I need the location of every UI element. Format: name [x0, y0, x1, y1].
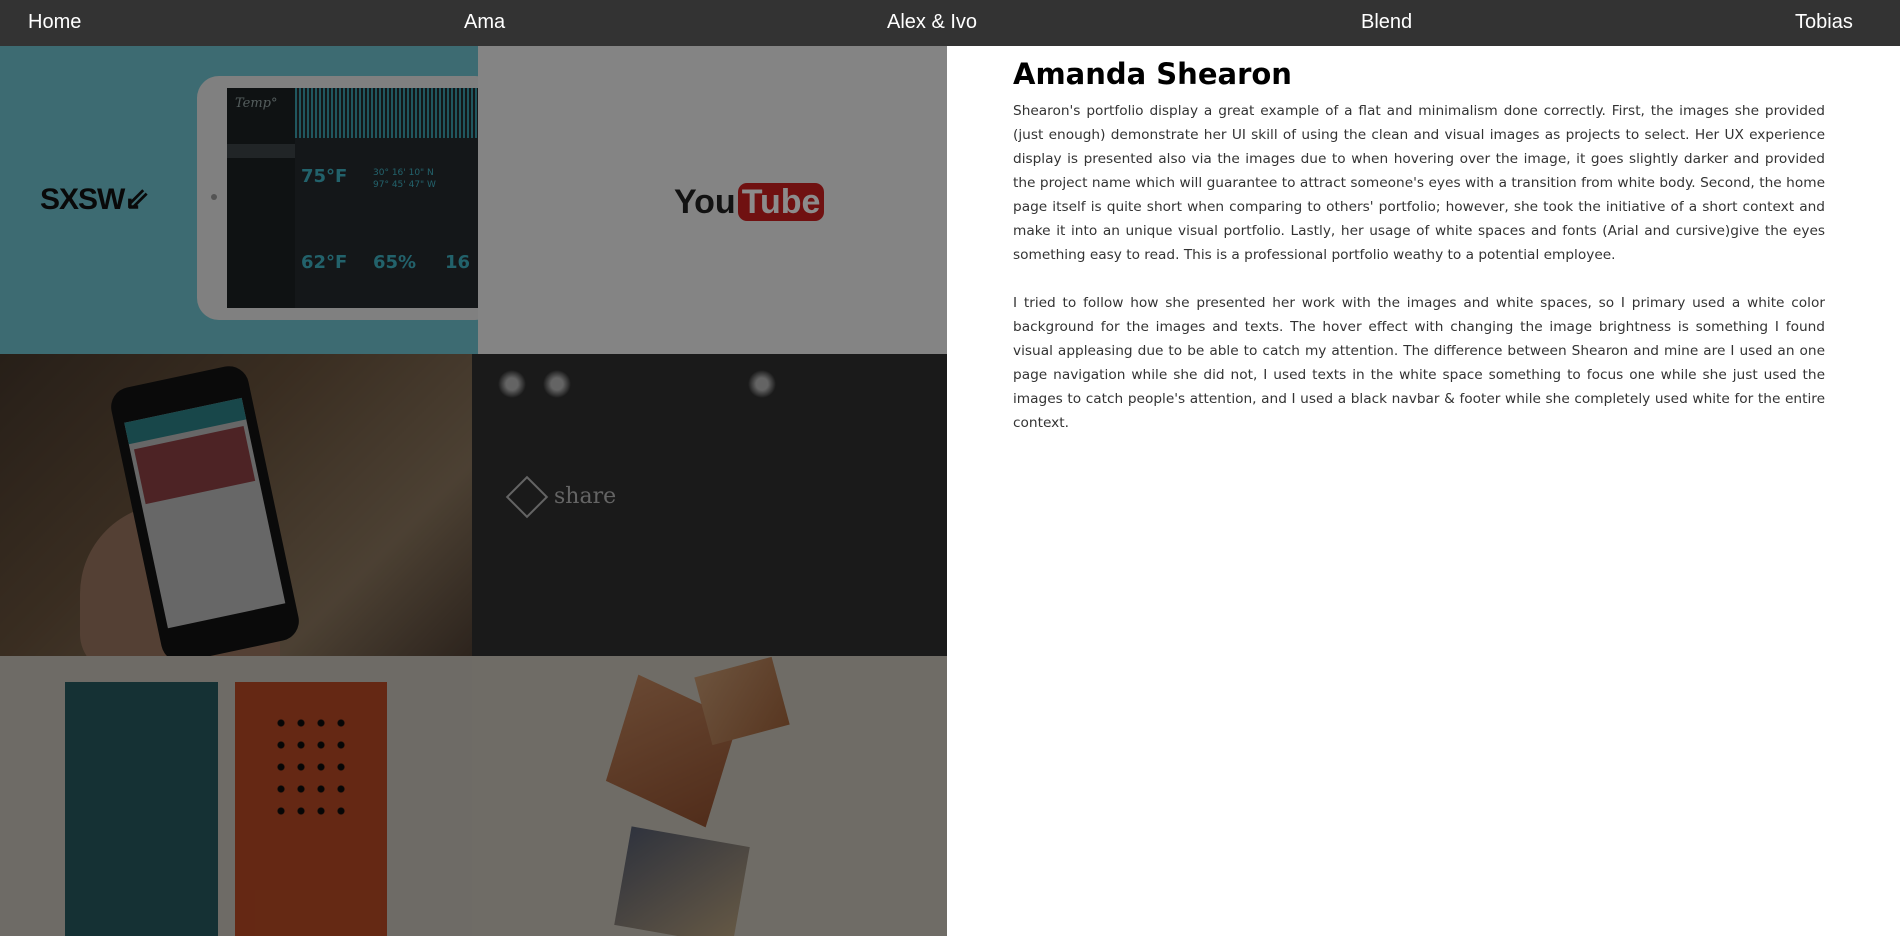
hover-overlay: [472, 354, 947, 656]
nav-link-ama[interactable]: Ama: [464, 10, 505, 34]
project-tile-sxsw[interactable]: SXSW⇙ Temp° 75°F 30° 16' 10" N 97° 45' 4…: [0, 46, 478, 354]
hover-overlay: [0, 656, 472, 936]
project-tile-origami[interactable]: [472, 656, 947, 936]
page-title: Amanda Shearon: [1013, 57, 1292, 91]
project-tile-share[interactable]: share: [472, 354, 947, 656]
review-paragraph-1: Shearon's portfolio display a great exam…: [1013, 103, 1825, 263]
project-tile-youtube[interactable]: You Tube: [478, 46, 947, 354]
project-tile-mobile-app[interactable]: [0, 354, 472, 656]
review-section: Amanda Shearon Shearon's portfolio displ…: [1013, 54, 1825, 435]
nav-link-home[interactable]: Home: [28, 10, 81, 34]
project-tile-posters[interactable]: [0, 656, 472, 936]
navbar: Home Ama Alex & Ivo Blend Tobias: [0, 0, 1900, 46]
hover-overlay: [478, 46, 947, 354]
nav-link-tobias[interactable]: Tobias: [1795, 10, 1853, 34]
nav-link-alex-ivo[interactable]: Alex & Ivo: [887, 10, 977, 34]
hover-overlay: [0, 46, 478, 354]
portfolio-gallery: SXSW⇙ Temp° 75°F 30° 16' 10" N 97° 45' 4…: [0, 46, 947, 936]
hover-overlay: [0, 354, 472, 656]
review-paragraph-2: I tried to follow how she presented her …: [1013, 295, 1825, 431]
nav-link-blend[interactable]: Blend: [1361, 10, 1412, 34]
hover-overlay: [472, 656, 947, 936]
